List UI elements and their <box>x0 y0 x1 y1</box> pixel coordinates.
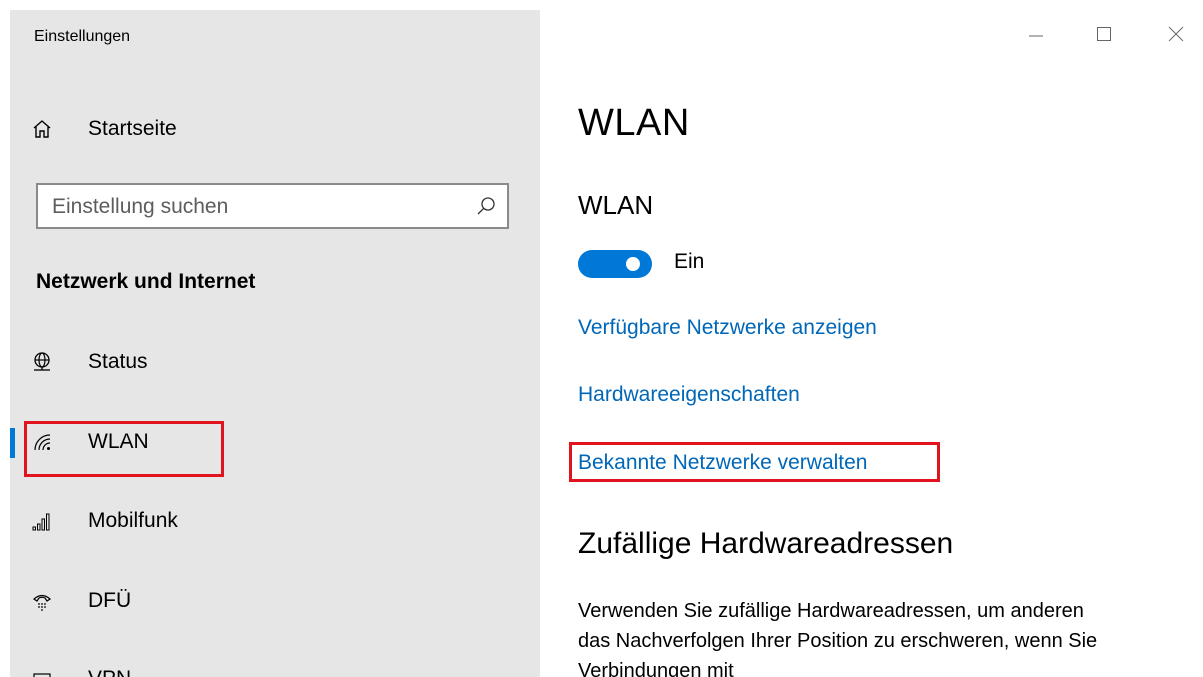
hardware-properties-link[interactable]: Hardwareeigenschaften <box>578 383 800 407</box>
sidebar-item-status[interactable]: Status <box>10 338 540 386</box>
search-box[interactable] <box>36 183 509 229</box>
page-title: WLAN <box>578 102 690 144</box>
vpn-icon <box>30 667 54 677</box>
sidebar-item-label: Mobilfunk <box>88 509 178 532</box>
sidebar-item-dfu[interactable]: DFÜ <box>10 577 540 625</box>
cellular-signal-icon <box>30 509 54 533</box>
wifi-section-title: WLAN <box>578 190 654 220</box>
sidebar: Einstellungen Startseite Netzwerk und In… <box>10 10 540 677</box>
search-input[interactable] <box>50 191 454 223</box>
dialup-icon <box>30 589 54 613</box>
wifi-toggle-state: Ein <box>674 250 705 273</box>
search-icon[interactable] <box>475 195 497 217</box>
home-icon <box>30 117 54 141</box>
toggle-knob <box>626 257 640 271</box>
sidebar-item-wlan[interactable]: WLAN <box>10 418 540 466</box>
wifi-icon <box>30 430 54 454</box>
random-hw-description: Verwenden Sie zufällige Hardwareadressen… <box>578 600 1098 677</box>
sidebar-item-home[interactable]: Startseite <box>10 105 540 153</box>
wifi-toggle[interactable] <box>578 250 652 278</box>
show-available-networks-link[interactable]: Verfügbare Netzwerke anzeigen <box>578 316 877 340</box>
manage-known-networks-link[interactable]: Bekannte Netzwerke verwalten <box>578 451 867 475</box>
main-content: WLAN WLAN Ein Verfügbare Netzwerke anzei… <box>569 0 1178 677</box>
section-heading: Netzwerk und Internet <box>36 270 256 293</box>
globe-icon <box>30 350 54 374</box>
sidebar-item-label: Startseite <box>88 117 177 140</box>
sidebar-item-label: VPN <box>88 667 131 677</box>
app-title: Einstellungen <box>34 28 131 45</box>
random-hw-title: Zufällige Hardwareadressen <box>578 527 954 560</box>
sidebar-item-label: WLAN <box>88 430 149 453</box>
settings-window: Einstellungen Startseite Netzwerk und In… <box>0 0 1203 677</box>
sidebar-item-mobilfunk[interactable]: Mobilfunk <box>10 497 540 545</box>
sidebar-item-vpn[interactable]: VPN <box>10 655 540 677</box>
sidebar-item-label: Status <box>88 350 148 373</box>
sidebar-item-label: DFÜ <box>88 589 132 612</box>
